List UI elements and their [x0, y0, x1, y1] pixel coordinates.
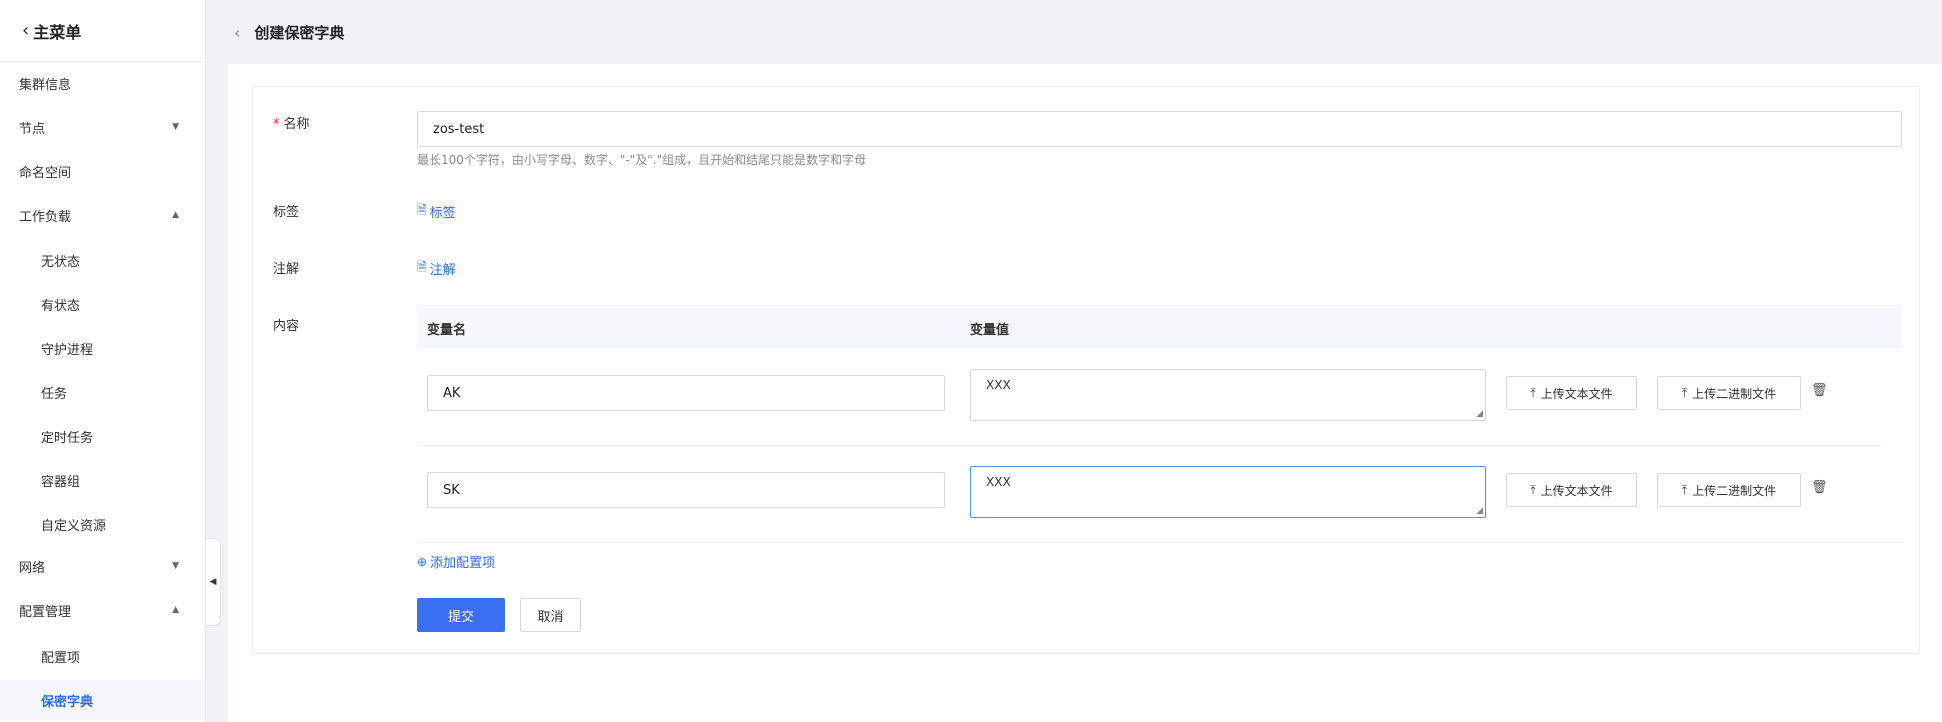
delete-row-icon[interactable]: 🗑	[1811, 383, 1828, 398]
add-label-link[interactable]: 🗎 标签	[417, 201, 456, 222]
kv-key-input[interactable]: AK	[427, 375, 945, 411]
plus-circle-icon: ⊕	[417, 554, 428, 569]
sidebar-item-label: 无状态	[41, 254, 81, 270]
sidebar-item[interactable]: 集群信息	[0, 63, 205, 103]
annotations-label: 注解	[273, 262, 300, 277]
kv-value-textarea[interactable]: XXX ◢	[970, 369, 1486, 421]
sidebar-item-label: 自定义资源	[41, 518, 107, 534]
sidebar-item-label: 配置管理	[19, 604, 72, 620]
sidebar-item-label: 命名空间	[19, 165, 72, 181]
col-value-header: 变量值	[970, 323, 1010, 338]
sidebar: ‹ 主菜单 集群信息节点 ▼ 命名空间工作负载 ▲ 无状态有状态守护进程任务定时任务容器…	[0, 0, 206, 722]
row-divider	[417, 445, 1882, 446]
secret-form: * 名称 zos-test 最长100个字符，由小写字母、数字、"-"及"."组成…	[252, 86, 1920, 654]
page-header: ‹ 创建保密字典	[206, 0, 1942, 64]
kv-table-header: 变量名 变量值	[417, 305, 1902, 349]
sidebar-item-label: 工作负载	[19, 209, 72, 225]
upload-icon: ⤒	[1681, 385, 1688, 400]
row-divider	[417, 542, 1902, 543]
name-hint: 最长100个字符，由小写字母、数字、"-"及"."组成，且开始和结尾只能是数字和…	[417, 153, 867, 167]
upload-icon: ⤒	[1530, 385, 1536, 400]
main-content: * 名称 zos-test 最长100个字符，由小写字母、数字、"-"及"."组成…	[228, 64, 1942, 722]
sidebar-item[interactable]: 自定义资源	[0, 504, 205, 544]
main-menu-back[interactable]: ‹ 主菜单	[0, 0, 205, 62]
file-edit-icon: 🗎	[417, 260, 427, 274]
sidebar-item-label: 容器组	[41, 474, 81, 490]
sidebar-item[interactable]: 任务	[0, 372, 205, 412]
caret-left-icon: ◀	[209, 577, 217, 587]
sidebar-item[interactable]: 网络 ▼	[0, 546, 205, 586]
caret-up-icon: ▲	[172, 210, 179, 220]
caret-down-icon: ▼	[172, 122, 179, 132]
upload-icon: ⤒	[1681, 482, 1688, 497]
labels-label: 标签	[273, 205, 300, 220]
page-title: 创建保密字典	[254, 23, 345, 42]
sidebar-item[interactable]: 工作负载 ▲	[0, 195, 205, 235]
name-input[interactable]: zos-test	[417, 111, 1902, 147]
add-config-item-link[interactable]: ⊕ 添加配置项	[417, 552, 495, 572]
upload-binary-file-button[interactable]: ⤒ 上传二进制文件	[1657, 376, 1801, 410]
kv-value-textarea[interactable]: XXX ◢	[970, 466, 1486, 518]
caret-up-icon: ▲	[172, 605, 179, 615]
sidebar-item-label: 网络	[19, 560, 46, 576]
sidebar-item-label: 任务	[41, 386, 68, 402]
sidebar-item-label: 守护进程	[41, 342, 94, 358]
resize-grip-icon[interactable]: ◢	[1476, 409, 1483, 419]
upload-text-file-button[interactable]: ⤒ 上传文本文件	[1506, 473, 1637, 507]
file-edit-icon: 🗎	[417, 203, 427, 217]
sidebar-item-label: 有状态	[41, 298, 81, 314]
sidebar-item[interactable]: 配置项	[0, 636, 205, 676]
upload-binary-file-button[interactable]: ⤒ 上传二进制文件	[1657, 473, 1801, 507]
sidebar-item[interactable]: 配置管理 ▲	[0, 590, 205, 630]
sidebar-item[interactable]: 有状态	[0, 284, 205, 324]
sidebar-item-label: 集群信息	[19, 77, 72, 93]
sidebar-item-label: 定时任务	[41, 430, 94, 446]
upload-icon: ⤒	[1530, 482, 1536, 497]
main-menu-label: 主菜单	[33, 22, 82, 42]
sidebar-item-label: 节点	[19, 121, 46, 137]
sidebar-item[interactable]: 容器组	[0, 460, 205, 500]
sidebar-item[interactable]: 保密字典	[0, 680, 205, 720]
sidebar-item[interactable]: 无状态	[0, 240, 205, 280]
name-label: * 名称	[273, 117, 310, 132]
sidebar-item-label: 保密字典	[41, 694, 94, 710]
cancel-button[interactable]: 取消	[520, 598, 581, 632]
sidebar-collapse-toggle[interactable]: ◀	[206, 538, 221, 626]
sidebar-item[interactable]: 命名空间	[0, 151, 205, 191]
sidebar-item[interactable]: 节点 ▼	[0, 107, 205, 147]
back-icon[interactable]: ‹	[234, 23, 240, 42]
caret-down-icon: ▼	[172, 561, 179, 571]
resize-grip-icon[interactable]: ◢	[1476, 506, 1483, 516]
required-mark: *	[273, 117, 280, 132]
sidebar-item-label: 配置项	[41, 650, 81, 666]
upload-text-file-button[interactable]: ⤒ 上传文本文件	[1506, 376, 1637, 410]
kv-key-input[interactable]: SK	[427, 472, 945, 508]
sidebar-item[interactable]: 守护进程	[0, 328, 205, 368]
sidebar-item[interactable]: 定时任务	[0, 416, 205, 456]
chevron-left-icon: ‹	[22, 20, 30, 41]
submit-button[interactable]: 提交	[417, 598, 505, 632]
add-annotation-link[interactable]: 🗎 注解	[417, 258, 456, 279]
delete-row-icon[interactable]: 🗑	[1811, 480, 1828, 495]
col-key-header: 变量名	[427, 323, 467, 338]
content-label: 内容	[273, 319, 300, 334]
